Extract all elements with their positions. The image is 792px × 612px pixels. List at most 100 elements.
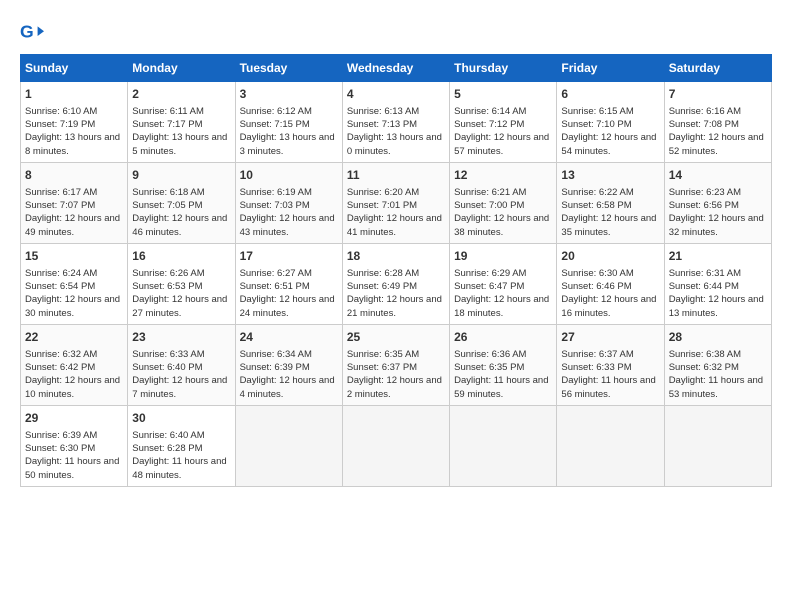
sunset-label: Sunset: 6:46 PM [561, 281, 631, 292]
day-number: 28 [669, 329, 767, 346]
sunset-label: Sunset: 7:12 PM [454, 119, 524, 130]
calendar-cell: 4Sunrise: 6:13 AMSunset: 7:13 PMDaylight… [342, 82, 449, 163]
day-number: 18 [347, 248, 445, 265]
daylight-label: Daylight: 12 hours and 4 minutes. [240, 375, 335, 399]
sunset-label: Sunset: 6:51 PM [240, 281, 310, 292]
sunrise-label: Sunrise: 6:34 AM [240, 349, 312, 360]
sunset-label: Sunset: 6:56 PM [669, 200, 739, 211]
calendar-cell: 8Sunrise: 6:17 AMSunset: 7:07 PMDaylight… [21, 162, 128, 243]
logo: G [20, 20, 48, 44]
daylight-label: Daylight: 13 hours and 5 minutes. [132, 132, 227, 156]
day-number: 3 [240, 86, 338, 103]
daylight-label: Daylight: 12 hours and 49 minutes. [25, 213, 120, 237]
calendar-cell: 2Sunrise: 6:11 AMSunset: 7:17 PMDaylight… [128, 82, 235, 163]
sunrise-label: Sunrise: 6:33 AM [132, 349, 204, 360]
sunset-label: Sunset: 7:08 PM [669, 119, 739, 130]
daylight-label: Daylight: 12 hours and 57 minutes. [454, 132, 549, 156]
col-header-monday: Monday [128, 55, 235, 82]
daylight-label: Daylight: 12 hours and 2 minutes. [347, 375, 442, 399]
sunrise-label: Sunrise: 6:28 AM [347, 268, 419, 279]
calendar-cell: 20Sunrise: 6:30 AMSunset: 6:46 PMDayligh… [557, 243, 664, 324]
daylight-label: Daylight: 12 hours and 24 minutes. [240, 294, 335, 318]
calendar-cell: 10Sunrise: 6:19 AMSunset: 7:03 PMDayligh… [235, 162, 342, 243]
calendar-cell: 1Sunrise: 6:10 AMSunset: 7:19 PMDaylight… [21, 82, 128, 163]
sunset-label: Sunset: 7:07 PM [25, 200, 95, 211]
sunset-label: Sunset: 6:32 PM [669, 362, 739, 373]
calendar-cell: 28Sunrise: 6:38 AMSunset: 6:32 PMDayligh… [664, 324, 771, 405]
daylight-label: Daylight: 12 hours and 21 minutes. [347, 294, 442, 318]
day-number: 27 [561, 329, 659, 346]
calendar-cell: 6Sunrise: 6:15 AMSunset: 7:10 PMDaylight… [557, 82, 664, 163]
daylight-label: Daylight: 13 hours and 3 minutes. [240, 132, 335, 156]
day-number: 16 [132, 248, 230, 265]
sunset-label: Sunset: 7:03 PM [240, 200, 310, 211]
calendar-cell: 18 Sunrise: 6:28 AM Sunset: 6:49 PM Dayligh… [342, 243, 449, 324]
calendar-cell [235, 405, 342, 486]
sunrise-label: Sunrise: 6:24 AM [25, 268, 97, 279]
sunrise-label: Sunrise: 6:40 AM [132, 430, 204, 441]
calendar-cell: 29Sunrise: 6:39 AMSunset: 6:30 PMDayligh… [21, 405, 128, 486]
day-number: 4 [347, 86, 445, 103]
daylight-label: Daylight: 12 hours and 13 minutes. [669, 294, 764, 318]
day-number: 2 [132, 86, 230, 103]
header-row: SundayMondayTuesdayWednesdayThursdayFrid… [21, 55, 772, 82]
day-number: 8 [25, 167, 123, 184]
sunrise-label: Sunrise: 6:26 AM [132, 268, 204, 279]
day-number: 17 [240, 248, 338, 265]
sunset-label: Sunset: 7:10 PM [561, 119, 631, 130]
calendar-cell: 14Sunrise: 6:23 AMSunset: 6:56 PMDayligh… [664, 162, 771, 243]
col-header-tuesday: Tuesday [235, 55, 342, 82]
day-number: 15 [25, 248, 123, 265]
day-number: 29 [25, 410, 123, 427]
sunset-label: Sunset: 7:00 PM [454, 200, 524, 211]
calendar-cell: 7Sunrise: 6:16 AMSunset: 7:08 PMDaylight… [664, 82, 771, 163]
col-header-saturday: Saturday [664, 55, 771, 82]
daylight-label: Daylight: 12 hours and 38 minutes. [454, 213, 549, 237]
calendar-cell: 5Sunrise: 6:14 AMSunset: 7:12 PMDaylight… [450, 82, 557, 163]
day-number: 5 [454, 86, 552, 103]
sunset-label: Sunset: 6:53 PM [132, 281, 202, 292]
sunrise-label: Sunrise: 6:35 AM [347, 349, 419, 360]
sunset-label: Sunset: 6:49 PM [347, 281, 417, 292]
sunset-label: Sunset: 6:47 PM [454, 281, 524, 292]
day-number: 6 [561, 86, 659, 103]
sunrise-label: Sunrise: 6:32 AM [25, 349, 97, 360]
daylight-label: Daylight: 12 hours and 30 minutes. [25, 294, 120, 318]
sunset-label: Sunset: 7:15 PM [240, 119, 310, 130]
daylight-label: Daylight: 12 hours and 46 minutes. [132, 213, 227, 237]
calendar-cell [557, 405, 664, 486]
day-number: 30 [132, 410, 230, 427]
calendar-cell: 25Sunrise: 6:35 AMSunset: 6:37 PMDayligh… [342, 324, 449, 405]
daylight-label: Daylight: 13 hours and 8 minutes. [25, 132, 120, 156]
calendar-cell: 12Sunrise: 6:21 AMSunset: 7:00 PMDayligh… [450, 162, 557, 243]
daylight-label: Daylight: 12 hours and 43 minutes. [240, 213, 335, 237]
logo-icon: G [20, 20, 44, 44]
daylight-label: Daylight: 12 hours and 7 minutes. [132, 375, 227, 399]
daylight-label: Daylight: 12 hours and 41 minutes. [347, 213, 442, 237]
sunrise-label: Sunrise: 6:21 AM [454, 187, 526, 198]
sunset-label: Sunset: 7:01 PM [347, 200, 417, 211]
week-row-1: 1Sunrise: 6:10 AMSunset: 7:19 PMDaylight… [21, 82, 772, 163]
daylight-label: Daylight: 12 hours and 52 minutes. [669, 132, 764, 156]
sunrise-label: Sunrise: 6:29 AM [454, 268, 526, 279]
day-number: 20 [561, 248, 659, 265]
day-number: 24 [240, 329, 338, 346]
day-number: 9 [132, 167, 230, 184]
calendar-cell [664, 405, 771, 486]
day-number: 23 [132, 329, 230, 346]
sunrise-label: Sunrise: 6:27 AM [240, 268, 312, 279]
daylight-label: Daylight: 12 hours and 35 minutes. [561, 213, 656, 237]
calendar-cell: 13Sunrise: 6:22 AMSunset: 6:58 PMDayligh… [557, 162, 664, 243]
calendar-cell [342, 405, 449, 486]
svg-text:G: G [20, 22, 34, 42]
sunset-label: Sunset: 6:58 PM [561, 200, 631, 211]
sunrise-label: Sunrise: 6:37 AM [561, 349, 633, 360]
day-number: 21 [669, 248, 767, 265]
sunset-label: Sunset: 6:54 PM [25, 281, 95, 292]
calendar-cell: 23Sunrise: 6:33 AMSunset: 6:40 PMDayligh… [128, 324, 235, 405]
calendar-cell: 19Sunrise: 6:29 AMSunset: 6:47 PMDayligh… [450, 243, 557, 324]
calendar-cell: 3Sunrise: 6:12 AMSunset: 7:15 PMDaylight… [235, 82, 342, 163]
calendar-cell: 30Sunrise: 6:40 AMSunset: 6:28 PMDayligh… [128, 405, 235, 486]
calendar-cell: 26Sunrise: 6:36 AMSunset: 6:35 PMDayligh… [450, 324, 557, 405]
col-header-sunday: Sunday [21, 55, 128, 82]
